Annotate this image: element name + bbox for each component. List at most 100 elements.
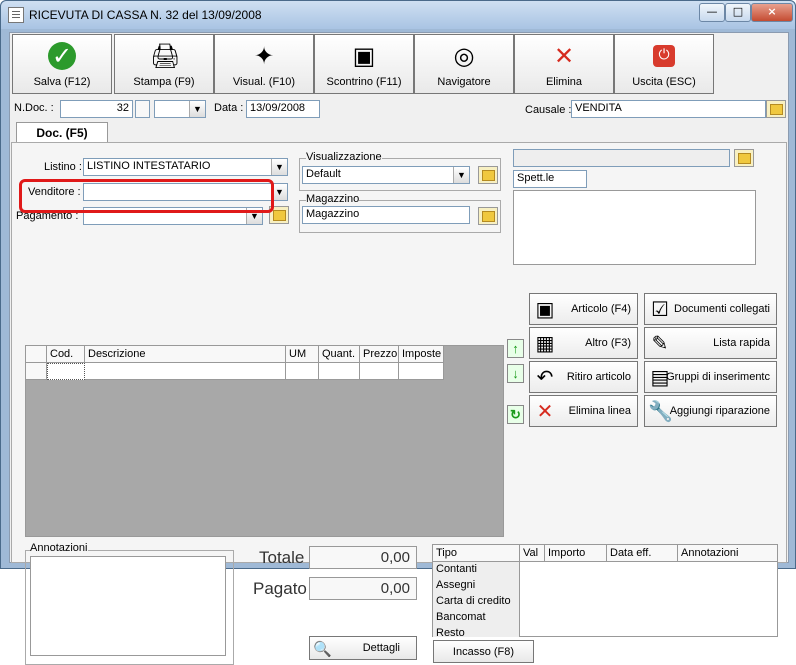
payment-header-date: Data eff. [607,545,678,562]
customer-search-input[interactable] [513,149,730,167]
linked-documents-icon: ☑ [651,297,669,321]
toolbar: ✓ Salva (F12) 🖨 Stampa (F9) ✦ Visual. (F10)… [10,33,788,95]
column-quant[interactable]: Quant. [319,346,360,363]
view-group-title: Visualizzazione [306,151,382,163]
column-um[interactable]: UM [286,346,319,363]
warehouse-folder-icon[interactable] [478,207,498,225]
payment-type-contanti: Contanti [436,563,477,575]
column-cod[interactable]: Cod. [47,346,85,363]
column-imposte[interactable]: Imposte [399,346,444,363]
annotations-textarea[interactable] [30,556,226,656]
spett-input[interactable]: Spett.le [513,170,587,188]
maximize-button[interactable]: □ [725,3,751,22]
table-row-cell-quantity[interactable] [319,363,360,380]
move-up-icon[interactable]: ↑ [507,339,524,358]
main-client-area: ✓ Salva (F12) 🖨 Stampa (F9) ✦ Visual. (F10)… [9,32,789,665]
ndoc-suffix-button[interactable] [135,100,150,118]
listino-select[interactable]: LISTINO INTESTATARIO ▼ [83,158,288,176]
view-button[interactable]: ✦ Visual. (F10) [214,34,314,94]
navigator-button[interactable]: ◎ Navigatore [414,34,514,94]
payment-type-bancomat: Bancomat [436,611,486,623]
checkmark-icon: ✓ [48,42,76,70]
payment-type-assegni: Assegni [436,579,476,591]
return-article-icon: ↶ [536,365,554,389]
dropdown-arrow-icon: ▼ [453,167,469,183]
exit-icon: ⏻ [653,45,675,67]
customer-address-box[interactable] [513,190,756,265]
document-app-icon [8,7,24,23]
view-folder-icon[interactable] [478,166,498,184]
ndoc-label: N.Doc. : [14,102,54,114]
close-button[interactable]: × [751,3,793,22]
add-repair-button[interactable]: 🔧 Aggiungi riparazione [644,395,777,427]
cash-register-icon: ▣ [352,42,376,70]
grid-row-header [26,346,47,363]
column-prezzo[interactable]: Prezzo [360,346,399,363]
annotations-title: Annotazioni [30,542,88,554]
move-down-icon[interactable]: ↓ [507,364,524,383]
collect-button[interactable]: Incasso (F8) [433,640,534,663]
date-input[interactable]: 13/09/2008 [246,100,320,118]
delete-line-button[interactable]: ✕ Elimina linea [529,395,638,427]
ndoc-series-select[interactable]: ▼ [154,100,206,118]
payment-header-amount: Importo [545,545,607,562]
quick-list-button[interactable]: ✎ Lista rapida [644,327,777,359]
table-row-cell-price[interactable] [360,363,399,380]
ndoc-input[interactable]: 32 [60,100,133,118]
warehouse-input[interactable]: Magazzino [302,206,470,224]
view-select[interactable]: Default ▼ [302,166,470,184]
exit-button[interactable]: ⏻ Uscita (ESC) [614,34,714,94]
delete-line-icon: ✕ [536,399,554,423]
causale-label: Causale : [525,104,572,116]
payment-header-type: Tipo [433,545,520,562]
highlight-frame [19,179,274,213]
listino-label: Listino : [44,161,82,173]
details-button[interactable]: 🔍 Dettagli [309,636,417,660]
causale-folder-icon[interactable] [766,100,786,118]
delete-button[interactable]: ✕ Elimina [514,34,614,94]
return-article-button[interactable]: ↶ Ritiro articolo [529,361,638,393]
paid-label: Pagato [253,579,307,598]
paid-value: 0,00 [309,577,417,600]
receipt-button[interactable]: ▣ Scontrino (F11) [314,34,414,94]
magnifier-add-icon: 🔍 [313,641,332,658]
payment-header-val: Val [520,545,545,562]
dropdown-arrow-icon: ▼ [271,159,287,175]
minimize-button[interactable]: — [699,3,725,22]
insert-groups-icon: ▤ [650,365,670,389]
dropdown-arrow-icon: ▼ [189,101,205,117]
causale-input[interactable]: VENDITA [571,100,766,118]
total-value: 0,00 [309,546,417,569]
print-button[interactable]: 🖨 Stampa (F9) [114,34,214,94]
customer-folder-icon[interactable] [734,149,754,167]
article-add-icon: ▣ [535,297,555,321]
table-row-cell-um[interactable] [286,363,319,380]
printer-icon: 🖨 [150,42,181,70]
title-bar: RICEVUTA DI CASSA N. 32 del 13/09/2008 —… [1,1,795,29]
article-button[interactable]: ▣ Articolo (F4) [529,293,638,325]
other-button[interactable]: ▦ Altro (F3) [529,327,638,359]
payment-header-notes: Annotazioni [678,545,778,562]
refresh-icon[interactable]: ↻ [507,405,524,424]
save-button[interactable]: ✓ Salva (F12) [12,34,112,94]
grid-row-selector[interactable] [26,363,47,380]
items-grid[interactable]: Cod. Descrizione UM Quant. Prezzo Impost… [25,345,504,537]
compass-icon: ◎ [453,42,475,70]
payment-table[interactable]: Tipo Val Importo Data eff. Annotazioni C… [432,544,778,639]
delete-x-icon: ✕ [553,42,575,70]
payment-type-resto: Resto [436,627,465,639]
column-descrizione[interactable]: Descrizione [85,346,286,363]
window-title: RICEVUTA DI CASSA N. 32 del 13/09/2008 [29,8,262,22]
listino-value: LISTINO INTESTATARIO [87,160,211,172]
payment-type-carta: Carta di credito [436,595,511,607]
linked-documents-button[interactable]: ☑ Documenti collegati [644,293,777,325]
quick-list-icon: ✎ [651,331,669,355]
table-row-cell-tax[interactable] [399,363,444,380]
table-row-cell-cod[interactable] [47,363,85,380]
tab-document[interactable]: Doc. (F5) [16,122,108,143]
receipt-window: RICEVUTA DI CASSA N. 32 del 13/09/2008 —… [0,0,796,665]
insert-groups-button[interactable]: ▤ Gruppi di inserimentc [644,361,777,393]
other-add-icon: ▦ [535,331,555,355]
table-row-cell-description[interactable] [85,363,286,380]
repair-wrench-icon: 🔧 [648,399,673,423]
